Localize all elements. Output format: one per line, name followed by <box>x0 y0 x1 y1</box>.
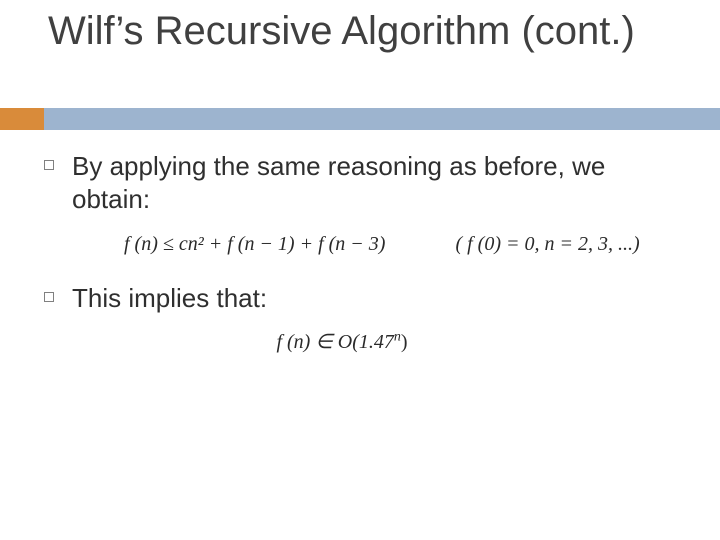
formula-complexity-suffix: ) <box>401 331 408 353</box>
bullet-item: By applying the same reasoning as before… <box>44 150 680 215</box>
formula-complexity: f (n) ∈ O(1.47n) <box>276 329 407 354</box>
formula-complexity-row: f (n) ∈ O(1.47n) <box>44 329 680 354</box>
formula-recurrence-row: f (n) ≤ cn² + f (n − 1) + f (n − 3) ( f … <box>44 233 680 256</box>
formula-side-condition: ( f (0) = 0, n = 2, 3, ...) <box>455 233 639 256</box>
formula-complexity-prefix: f (n) ∈ O(1.47 <box>276 331 393 353</box>
slide-title: Wilf’s Recursive Algorithm (cont.) <box>48 8 680 54</box>
bullet-square-icon <box>44 292 54 302</box>
formula-complexity-exponent: n <box>394 329 401 344</box>
slide-body: By applying the same reasoning as before… <box>44 150 680 354</box>
bullet-item: This implies that: <box>44 282 680 315</box>
slide: Wilf’s Recursive Algorithm (cont.) By ap… <box>0 0 720 540</box>
accent-bar-orange <box>0 108 44 130</box>
accent-bar <box>0 108 720 130</box>
formula-recurrence: f (n) ≤ cn² + f (n − 1) + f (n − 3) <box>124 233 385 256</box>
bullet-square-icon <box>44 160 54 170</box>
bullet-text: By applying the same reasoning as before… <box>72 150 680 215</box>
bullet-text: This implies that: <box>72 282 267 315</box>
